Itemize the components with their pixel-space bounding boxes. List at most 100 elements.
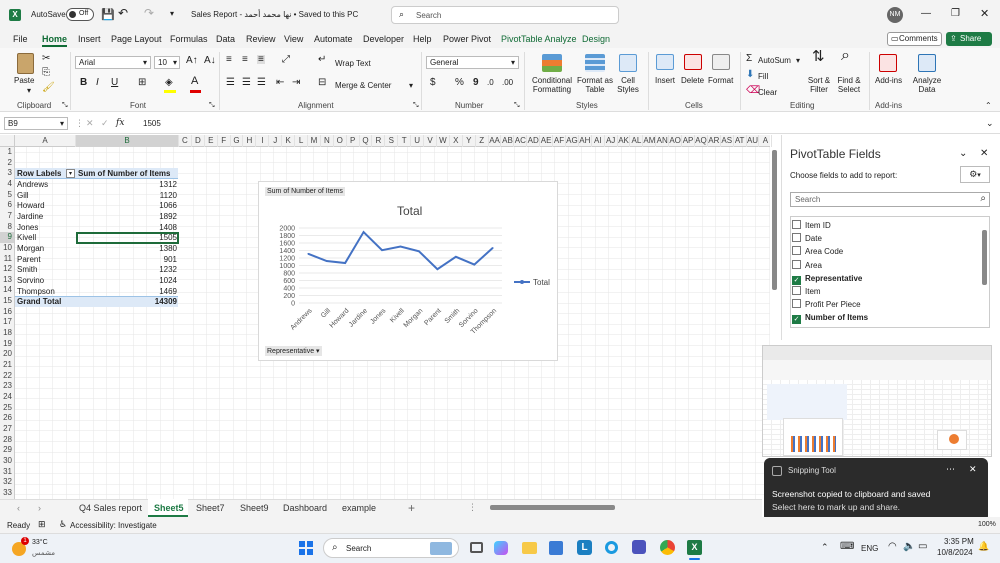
pivot-field-item[interactable]: ✓ Number of Items (792, 312, 868, 325)
checkbox-checked-icon[interactable]: ✓ (792, 275, 801, 285)
column-header[interactable]: AG (566, 135, 579, 147)
row-header[interactable]: 21 (0, 360, 14, 371)
column-header[interactable]: D (192, 135, 205, 147)
share-button[interactable]: ⇪ Share (946, 32, 992, 46)
add-sheet-icon[interactable]: + (408, 501, 415, 515)
column-header[interactable]: K (282, 135, 296, 147)
grow-font-icon[interactable]: A↑ (186, 56, 198, 66)
column-header[interactable]: AN (656, 135, 670, 147)
tab-help[interactable]: Help (413, 34, 432, 44)
clear-button[interactable]: Clear (758, 88, 777, 97)
row-header[interactable]: 32 (0, 477, 14, 488)
format-painter-icon[interactable]: 🖌 (42, 83, 55, 93)
accessibility-icon[interactable]: ♿ (59, 519, 67, 530)
column-header[interactable]: L (295, 135, 308, 147)
cell-styles-button[interactable]: Cell Styles (614, 76, 642, 94)
column-header[interactable]: G (231, 135, 244, 147)
conditional-formatting-button[interactable]: Conditional Formatting (530, 76, 574, 94)
underline-icon[interactable]: U (111, 78, 118, 88)
weather-widget[interactable]: 1 33°C مشمس (8, 537, 68, 559)
tab-automate[interactable]: Automate (314, 34, 353, 44)
fill-button[interactable]: Fill (758, 72, 768, 81)
row-header[interactable]: 9 (0, 232, 14, 243)
column-header[interactable]: Z (476, 135, 489, 147)
toast-more-icon[interactable]: ⋯ (946, 464, 955, 475)
find-select-button[interactable]: Find & Select (835, 76, 863, 94)
row-header[interactable]: 6 (0, 200, 14, 211)
paste-button[interactable]: Paste (14, 76, 34, 85)
toast-close-icon[interactable]: ✕ (969, 464, 977, 475)
row-header[interactable]: 3 (0, 168, 14, 179)
format-as-table-icon[interactable] (585, 54, 605, 72)
decrease-indent-icon[interactable]: ⇤ (276, 78, 284, 88)
increase-decimal-icon[interactable]: .0 (487, 78, 494, 87)
italic-icon[interactable]: I (96, 78, 99, 88)
pivot-field-item[interactable]: Area Code (792, 246, 843, 259)
column-header[interactable]: C (179, 135, 192, 147)
cancel-icon[interactable]: ✕ (86, 118, 94, 129)
column-header[interactable]: A (760, 135, 773, 147)
row-header[interactable]: 25 (0, 403, 14, 414)
currency-icon[interactable]: $ (430, 78, 436, 88)
tab-data[interactable]: Data (216, 34, 235, 44)
pivot-field-item[interactable]: Date (792, 233, 822, 246)
search-box[interactable]: ⌕ Search (391, 6, 619, 24)
row-header[interactable]: 22 (0, 371, 14, 382)
checkbox-icon[interactable] (792, 286, 801, 295)
panel-chevron-down-icon[interactable]: ⌄ (959, 148, 967, 159)
pivot-field-item[interactable]: Item (792, 286, 821, 299)
clipboard-launcher-icon[interactable]: ⤡ (62, 101, 68, 110)
tab-file[interactable]: File (13, 34, 28, 44)
row-header[interactable]: 4 (0, 179, 14, 190)
cut-icon[interactable]: ✂ (42, 54, 50, 64)
format-cells-icon[interactable] (712, 54, 730, 70)
paste-dropdown-icon[interactable]: ▾ (27, 86, 31, 95)
undo-icon[interactable]: ↶ (118, 6, 128, 20)
data-point[interactable] (418, 250, 420, 253)
autosave-toggle[interactable]: Off (66, 8, 94, 21)
increase-indent-icon[interactable]: ⇥ (292, 78, 300, 88)
column-header[interactable]: AK (618, 135, 631, 147)
column-header[interactable]: AA (489, 135, 502, 147)
row-header[interactable]: 30 (0, 456, 14, 467)
delete-cells-button[interactable]: Delete (681, 76, 704, 85)
column-header[interactable]: Y (463, 135, 476, 147)
bold-icon[interactable]: B (80, 78, 87, 88)
sheet-tab-dashboard[interactable]: Dashboard (283, 503, 327, 513)
shrink-font-icon[interactable]: A↓ (204, 56, 216, 66)
merge-center-button[interactable]: Merge & Center (335, 81, 391, 90)
row-header[interactable]: 27 (0, 424, 14, 435)
data-point[interactable] (307, 253, 310, 255)
row-header[interactable]: 16 (0, 307, 14, 318)
align-middle-icon[interactable]: ≡ (242, 55, 248, 65)
tab-page-layout[interactable]: Page Layout (111, 34, 162, 44)
fill-color-icon[interactable]: ◈ (165, 78, 173, 88)
column-header[interactable]: F (218, 135, 231, 147)
panel-close-icon[interactable]: ✕ (980, 148, 988, 159)
next-sheet-icon[interactable]: › (38, 503, 41, 513)
chart-axis-field-button[interactable]: Representative ▾ (265, 346, 322, 356)
name-box[interactable]: B9 ▾ (4, 117, 68, 130)
column-header[interactable]: AH (579, 135, 592, 147)
taskbar-thumbnail-preview[interactable] (762, 345, 992, 457)
column-header[interactable]: AU (747, 135, 760, 147)
checkbox-icon[interactable] (792, 233, 801, 243)
checkbox-icon[interactable] (792, 259, 801, 269)
row-header[interactable]: 11 (0, 254, 14, 265)
number-format-select[interactable]: General ▾ (426, 56, 519, 69)
start-icon[interactable] (299, 541, 313, 555)
checkbox-icon[interactable] (792, 246, 801, 256)
row-header[interactable]: 1 (0, 147, 14, 158)
tab-pivottable-analyze[interactable]: PivotTable Analyze (501, 34, 577, 44)
row-header[interactable]: 17 (0, 317, 14, 328)
borders-icon[interactable]: ⊞ (138, 78, 146, 88)
teams-icon[interactable] (632, 540, 646, 554)
row-header[interactable]: 13 (0, 275, 14, 286)
tab-home[interactable]: Home (42, 34, 68, 47)
chart-field-button[interactable]: Sum of Number of Items (265, 187, 345, 196)
data-point[interactable] (491, 247, 494, 249)
align-center-icon[interactable]: ☰ (242, 78, 251, 88)
save-icon[interactable]: 💾 (101, 8, 115, 21)
data-point[interactable] (455, 256, 457, 258)
file-explorer-icon[interactable] (522, 542, 537, 554)
